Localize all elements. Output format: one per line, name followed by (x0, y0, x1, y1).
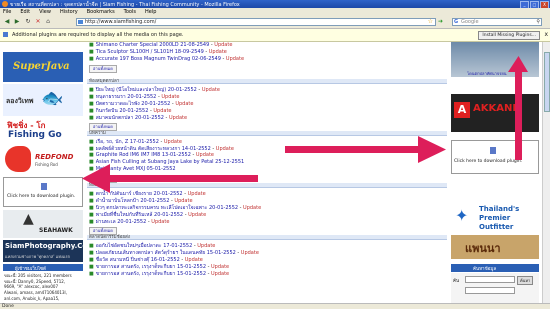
status-text: Done (2, 304, 14, 309)
plugin-message: Additional plugins are required to displ… (12, 32, 184, 38)
menu-bookmarks[interactable]: Bookmarks (87, 8, 115, 16)
window-titlebar: ขายเรือ สถานที่ตกปลา : จุดตกปลาน้ำจืด | … (0, 0, 550, 9)
reload-icon[interactable]: ↻ (24, 18, 32, 26)
google-icon: G (454, 19, 459, 25)
plugin-bar-close-icon[interactable]: x (544, 31, 548, 38)
plugin-notification-bar: Additional plugins are required to displ… (0, 29, 550, 42)
back-arrow-icon[interactable]: ◀ (3, 18, 11, 26)
stop-icon[interactable]: ✕ (34, 18, 42, 26)
forward-arrow-icon[interactable]: ▶ (13, 18, 21, 26)
left-arrow-icon (82, 164, 258, 193)
menu-edit[interactable]: Edit (20, 8, 30, 16)
install-missing-plugins-button[interactable]: Install Missing Plugins... (478, 31, 540, 40)
menu-view[interactable]: View (39, 8, 51, 16)
menu-file[interactable]: File (3, 8, 11, 16)
navigation-toolbar: ◀ ▶ ↻ ✕ ⌂ http://www.siamfishing.com/ ☆ … (0, 16, 550, 29)
url-text: http://www.siamfishing.com/ (85, 19, 157, 25)
site-favicon-icon (78, 20, 83, 24)
go-arrow-icon[interactable]: ➜ (438, 18, 443, 25)
right-arrow-icon (285, 136, 446, 163)
menu-history[interactable]: History (60, 8, 78, 16)
menu-help[interactable]: Help (145, 8, 156, 16)
menu-tools[interactable]: Tools (124, 8, 136, 16)
search-input[interactable]: G Google ⚲ (452, 18, 542, 26)
url-bar[interactable]: http://www.siamfishing.com/ ☆ (76, 18, 436, 26)
home-icon[interactable]: ⌂ (44, 18, 52, 26)
up-arrow-icon (508, 56, 528, 160)
search-placeholder: Google (461, 19, 479, 25)
plugin-icon (3, 32, 8, 37)
search-icon[interactable]: ⚲ (536, 19, 540, 25)
menu-bar: File Edit View History Bookmarks Tools H… (0, 8, 550, 16)
status-bar: Done (0, 303, 550, 309)
bookmark-star-icon[interactable]: ☆ (428, 19, 433, 25)
annotation-arrows (82, 56, 528, 193)
firefox-icon (2, 1, 8, 7)
page-content: SuperJava ลองวิเทพ 🐟 ฟิชชิ่ง - โก Fishin… (0, 42, 550, 303)
